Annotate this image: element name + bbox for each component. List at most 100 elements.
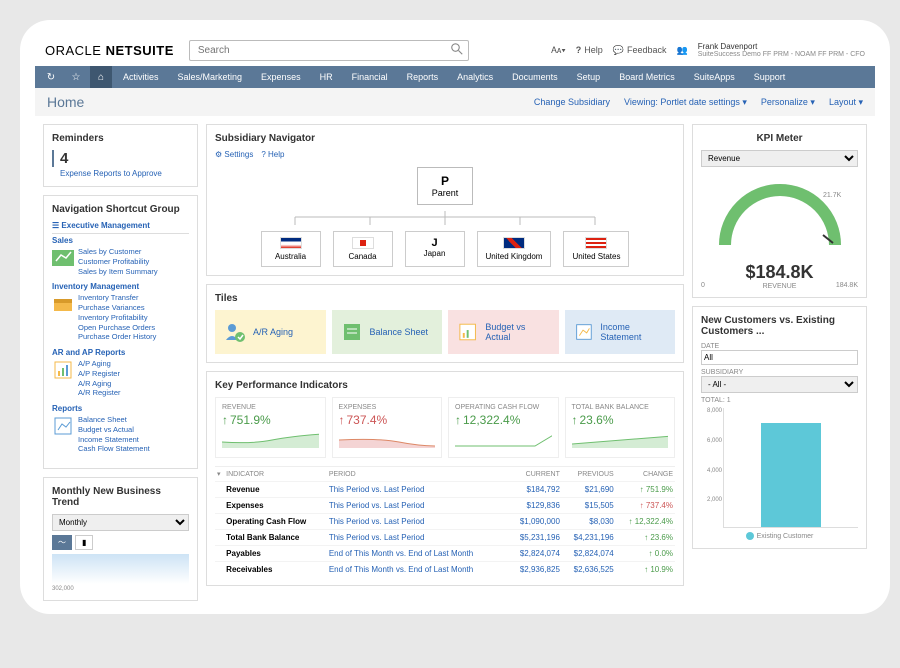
menu-support[interactable]: Support (746, 66, 794, 88)
sub-label: SUBSIDIARY (701, 369, 858, 376)
menu-analytics[interactable]: Analytics (449, 66, 501, 88)
search-box[interactable] (189, 40, 469, 61)
subs-settings[interactable]: ⚙ Settings (215, 150, 253, 159)
subs-child[interactable]: Canada (333, 231, 393, 267)
feedback-link[interactable]: 💬 Feedback (613, 45, 667, 56)
date-input[interactable] (701, 350, 858, 365)
kpi-card-ocf: OPERATING CASH FLOW12,322.4% (448, 397, 559, 458)
trend-panel: Monthly New Business Trend Monthly 〜 ▮ 3… (43, 477, 198, 601)
nav-link[interactable]: A/P Aging (78, 359, 121, 369)
trend-btn[interactable]: 〜 (52, 535, 72, 550)
menu-board-metrics[interactable]: Board Metrics (611, 66, 683, 88)
subs-child[interactable]: Australia (261, 231, 321, 267)
kpi-panel: Key Performance Indicators REVENUE751.9%… (206, 371, 684, 586)
user-menu[interactable]: Frank Davenport SuiteSuccess Demo FF PRM… (698, 42, 865, 60)
cust-total: TOTAL: 1 (701, 397, 858, 404)
nav-link[interactable]: Balance Sheet (78, 415, 150, 425)
kpi-card-expenses: EXPENSES737.4% (332, 397, 443, 458)
nav-link[interactable]: Inventory Transfer (78, 293, 156, 303)
tile-ar-aging[interactable]: A/R Aging (215, 310, 326, 354)
nav-exec-head[interactable]: ☰ Executive Management (52, 221, 189, 234)
report-icon (52, 359, 74, 381)
nav-link[interactable]: Cash Flow Statement (78, 444, 150, 454)
kpi-table: ▾INDICATORPERIODCURRENTPREVIOUSCHANGE Re… (215, 466, 675, 577)
page-title: Home (47, 94, 84, 110)
nav-link[interactable]: Income Statement (78, 435, 150, 445)
lang-icon[interactable]: 🗛▾ (551, 45, 566, 56)
recent-icon[interactable]: ↻ (40, 66, 62, 88)
nav-link[interactable]: Inventory Profitability (78, 313, 156, 323)
reminders-title: Reminders (52, 133, 189, 144)
nav-link[interactable]: A/P Register (78, 369, 121, 379)
nav-link[interactable]: Sales by Item Summary (78, 267, 158, 277)
search-input[interactable] (189, 40, 469, 61)
tiles-title: Tiles (215, 293, 675, 304)
tile-budget-actual[interactable]: Budget vs Actual (448, 310, 559, 354)
cust-title: New Customers vs. Existing Customers ... (701, 315, 858, 337)
nav-link[interactable]: Budget vs Actual (78, 425, 150, 435)
trend-btn[interactable]: ▮ (75, 535, 93, 550)
menu-suiteapps[interactable]: SuiteApps (686, 66, 743, 88)
subs-child[interactable]: United Kingdom (477, 231, 552, 267)
reminders-panel: Reminders 4 Expense Reports to Approve (43, 124, 198, 187)
menu-setup[interactable]: Setup (569, 66, 609, 88)
chart-legend: Existing Customer (701, 532, 858, 540)
menu-financial[interactable]: Financial (344, 66, 396, 88)
menu-sales-marketing[interactable]: Sales/Marketing (170, 66, 251, 88)
nav-link[interactable]: A/R Register (78, 388, 121, 398)
table-row[interactable]: ReceivablesEnd of This Month vs. End of … (215, 562, 675, 578)
trend-meta: 302,000 (52, 586, 189, 592)
reminder-link[interactable]: Expense Reports to Approve (60, 169, 189, 178)
home-icon[interactable]: ⌂ (90, 66, 112, 88)
subs-parent-node[interactable]: PParent (417, 167, 474, 205)
subs-child[interactable]: United States (563, 231, 629, 267)
chart-icon (52, 247, 74, 269)
table-row[interactable]: Operating Cash FlowThis Period vs. Last … (215, 514, 675, 530)
trend-title: Monthly New Business Trend (52, 486, 189, 508)
nav-link[interactable]: A/R Aging (78, 379, 121, 389)
kpi-meter-panel: KPI Meter Revenue 21.7K $184.8K REVENUE … (692, 124, 867, 298)
menu-activities[interactable]: Activities (115, 66, 167, 88)
personalize-dropdown[interactable]: Personalize ▾ (761, 97, 815, 108)
doc-icon (52, 415, 74, 437)
tile-income-statement[interactable]: Income Statement (565, 310, 676, 354)
menu-expenses[interactable]: Expenses (253, 66, 309, 88)
menu-documents[interactable]: Documents (504, 66, 566, 88)
tile-balance-sheet[interactable]: Balance Sheet (332, 310, 443, 354)
table-row[interactable]: Total Bank BalanceThis Period vs. Last P… (215, 530, 675, 546)
meter-select[interactable]: Revenue (701, 150, 858, 167)
help-link[interactable]: ? Help (576, 45, 603, 55)
nav-shortcut-panel: Navigation Shortcut Group ☰ Executive Ma… (43, 195, 198, 469)
nav-link[interactable]: Sales by Customer (78, 247, 158, 257)
star-icon[interactable]: ☆ (65, 66, 87, 88)
customer-bar-chart: 8,000 6,000 4,000 2,000 (723, 408, 858, 528)
menu-reports[interactable]: Reports (399, 66, 447, 88)
meter-title: KPI Meter (701, 133, 858, 144)
menu-hr[interactable]: HR (312, 66, 341, 88)
change-subsidiary-link[interactable]: Change Subsidiary (534, 97, 610, 108)
main-menu: ↻ ☆ ⌂ Activities Sales/Marketing Expense… (35, 66, 875, 88)
new-customers-panel: New Customers vs. Existing Customers ...… (692, 306, 867, 549)
layout-dropdown[interactable]: Layout ▾ (829, 97, 863, 108)
viewing-dropdown[interactable]: Viewing: Portlet date settings ▾ (624, 97, 747, 108)
nav-sales-head: Sales (52, 236, 189, 245)
table-row[interactable]: PayablesEnd of This Month vs. End of Las… (215, 546, 675, 562)
nav-link[interactable]: Purchase Variances (78, 303, 156, 313)
table-row[interactable]: RevenueThis Period vs. Last Period$184,7… (215, 482, 675, 498)
nav-link[interactable]: Open Purchase Orders (78, 323, 156, 333)
trend-period-select[interactable]: Monthly (52, 514, 189, 531)
svg-text:21.7K: 21.7K (823, 192, 842, 199)
sub-select[interactable]: - All - (701, 376, 858, 393)
table-row[interactable]: ExpensesThis Period vs. Last Period$129,… (215, 498, 675, 514)
user-icon[interactable]: 👥 (677, 45, 688, 56)
nav-link[interactable]: Customer Profitability (78, 257, 158, 267)
nav-ar-head: AR and AP Reports (52, 348, 189, 357)
kpi-card-bank: TOTAL BANK BALANCE23.6% (565, 397, 676, 458)
subs-child[interactable]: JJapan (405, 231, 465, 267)
search-icon[interactable] (451, 43, 463, 58)
nav-link[interactable]: Purchase Order History (78, 332, 156, 342)
nav-inv-head: Inventory Management (52, 282, 189, 291)
meter-value: $184.8K (701, 262, 858, 283)
subs-help[interactable]: ? Help (261, 150, 284, 159)
reminders-count: 4 (52, 150, 189, 167)
